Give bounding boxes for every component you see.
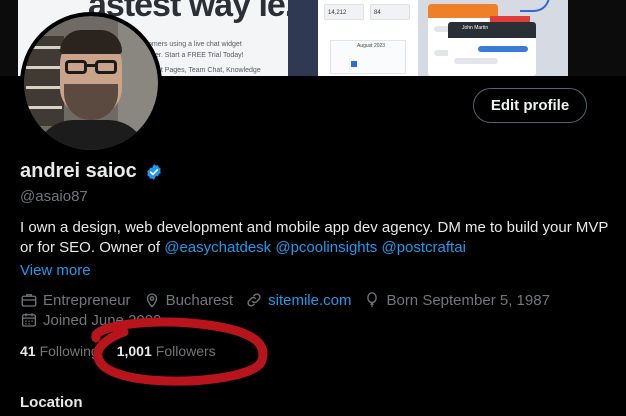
mention-link[interactable]: @easychatdesk <box>164 239 271 256</box>
view-more-link[interactable]: View more <box>20 262 91 279</box>
avatar-bookshelf <box>24 36 64 126</box>
calendar-icon <box>21 313 37 327</box>
profession-label: Entrepreneur <box>43 291 131 309</box>
chat-bubble <box>454 58 498 64</box>
briefcase-icon <box>21 294 37 307</box>
followers-link[interactable]: 1,001 Followers <box>117 343 234 359</box>
meta-location: Bucharest <box>143 291 234 309</box>
follow-stats: 41 Following 1,001 Followers <box>20 343 234 359</box>
display-name: andrei saioc <box>20 160 137 182</box>
dashboard-card: 14,212 <box>324 4 364 20</box>
chat-window-header <box>428 4 498 18</box>
profile-bio: I own a design, web development and mobi… <box>20 218 620 258</box>
avatar-photo <box>24 16 158 150</box>
banner-text-line: omers using a live chat widget <box>148 41 242 48</box>
user-handle: @asaio87 <box>20 188 88 205</box>
chat-bubble <box>478 46 528 52</box>
following-link[interactable]: 41 Following <box>20 343 117 359</box>
dashboard-sidebar <box>288 0 318 76</box>
verified-badge-icon[interactable] <box>145 163 163 181</box>
balloon-icon <box>367 292 378 308</box>
calendar-title: August 2023 <box>357 43 386 49</box>
meta-joined: Joined June 2009 <box>20 311 161 329</box>
dashboard-card: 84 <box>370 4 410 20</box>
avatar-hair <box>60 30 122 54</box>
section-heading-location: Location <box>20 394 83 411</box>
banner-accent-bar <box>490 16 530 22</box>
dashboard-calendar: August 2023 <box>330 40 406 74</box>
profile-meta-row: Joined June 2009 <box>20 311 173 329</box>
banner-text-line: sker. Start a FREE Trial Today! <box>148 52 244 59</box>
banner-dashboard-mockup: 14,212 84 August 2023 <box>288 0 418 76</box>
joined-label: Joined June 2009 <box>43 311 162 329</box>
meta-website[interactable]: sitemile.com <box>245 291 351 309</box>
banner-text-line: Chat Pages, Team Chat, Knowledge <box>148 67 261 74</box>
profile-meta-row: Entrepreneur Bucharest sitemile.com Born… <box>20 291 562 309</box>
meta-birthday: Born September 5, 1987 <box>363 291 550 309</box>
followers-label: Followers <box>155 343 216 359</box>
link-icon <box>247 293 261 307</box>
banner-chat-mockup: John Martin <box>418 0 568 76</box>
avatar-glasses <box>65 60 87 74</box>
birthday-label: Born September 5, 1987 <box>386 291 550 309</box>
location-label: Bucharest <box>165 291 234 309</box>
followers-count: 1,001 <box>116 343 152 359</box>
following-count: 41 <box>20 343 36 359</box>
avatar-glasses-bridge <box>87 64 95 67</box>
avatar-glasses <box>95 60 117 74</box>
map-pin-icon <box>146 293 157 308</box>
avatar[interactable] <box>20 12 162 154</box>
chat-window-title: John Martin <box>448 22 536 38</box>
meta-profession: Entrepreneur <box>20 291 131 309</box>
calendar-marker <box>351 61 357 67</box>
website-link[interactable]: sitemile.com <box>268 292 351 309</box>
mention-link[interactable]: @pcoolinsights <box>275 239 377 256</box>
avatar-beard <box>64 84 118 120</box>
chat-window: John Martin <box>448 22 536 76</box>
mention-link[interactable]: @postcraftai <box>381 239 465 256</box>
following-label: Following <box>39 343 99 359</box>
edit-profile-button[interactable]: Edit profile <box>473 88 587 123</box>
